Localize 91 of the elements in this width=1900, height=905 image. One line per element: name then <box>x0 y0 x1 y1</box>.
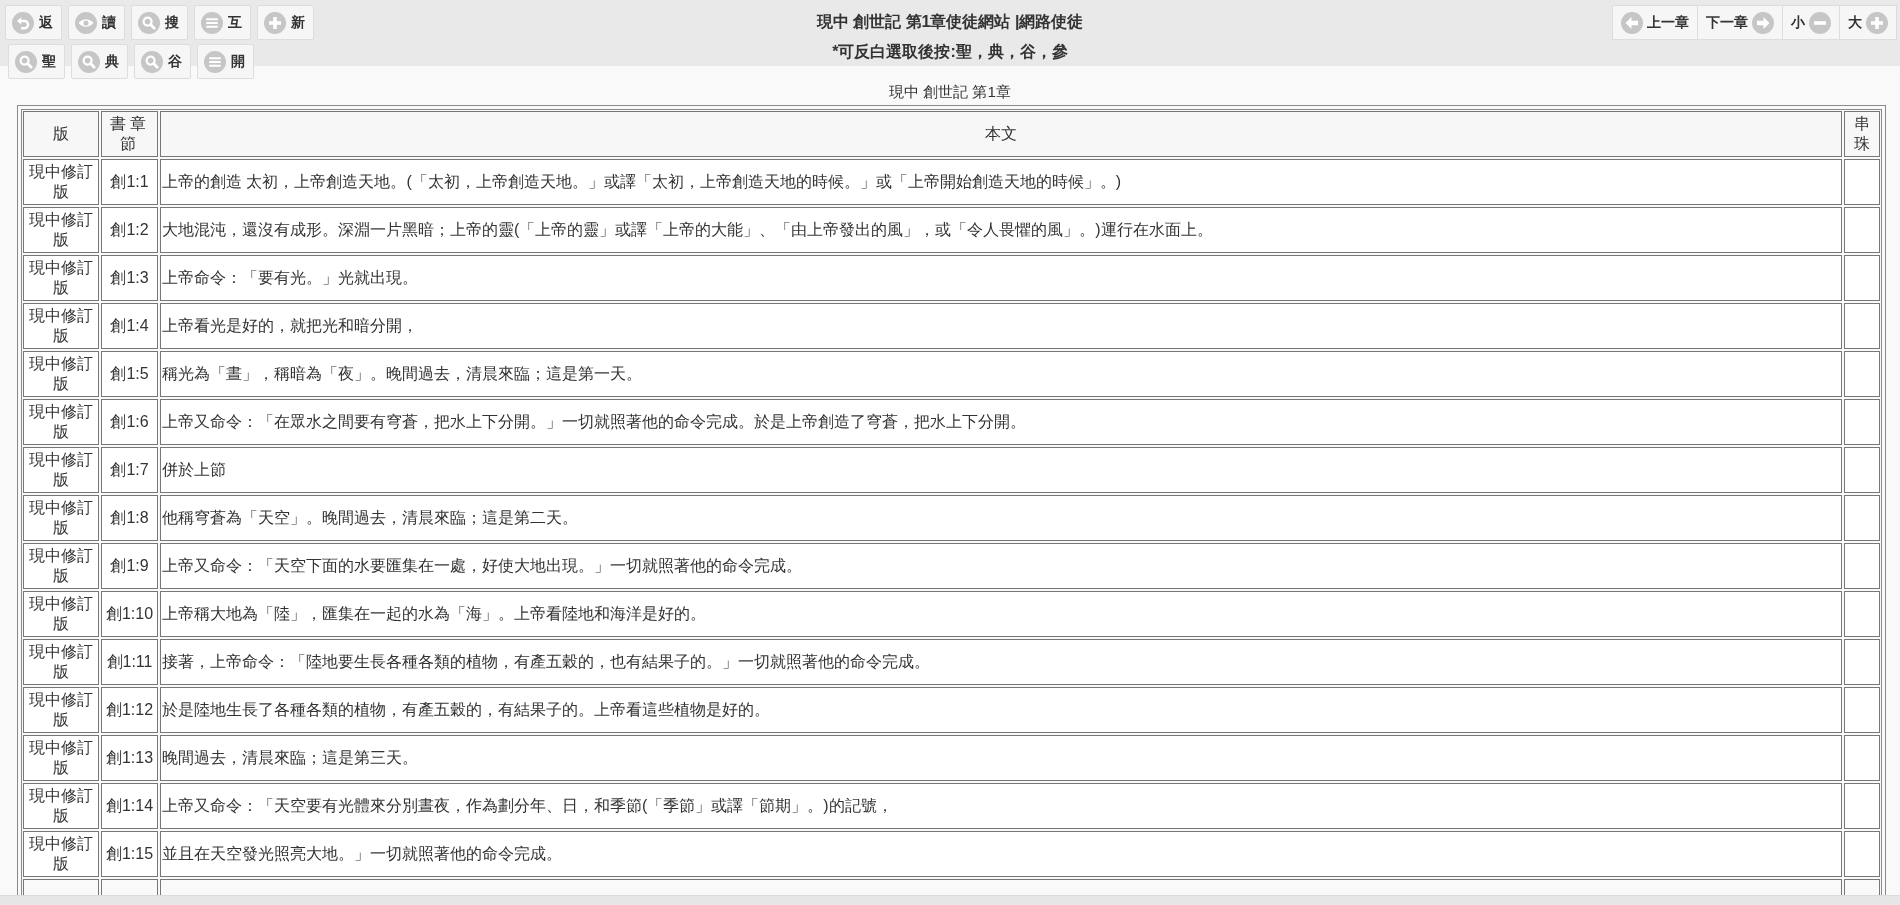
plus-icon <box>1866 11 1888 34</box>
verse-reference-cell: 創1:12 <box>101 687 158 733</box>
toolbar-button[interactable]: 互 <box>194 5 251 40</box>
toolbar-button[interactable]: 典 <box>71 44 128 79</box>
verse-text-cell: 上帝又命令：「天空要有光體來分別晝夜，作為劃分年、日，和季節(「季節」或譯「節期」。)的記號， <box>160 783 1842 829</box>
verse-text-cell: 他稱穹蒼為「天空」。晚間過去，清晨來臨；這是第二天。 <box>160 495 1842 541</box>
verse-reference-cell: 創1:9 <box>101 543 158 589</box>
verse-reference-cell: 創1:5 <box>101 351 158 397</box>
cross-reference-cell <box>1844 687 1880 733</box>
version-cell: 現中修訂版 <box>23 687 99 733</box>
verse-reference-cell: 創1:15 <box>101 831 158 877</box>
version-cell: 現中修訂版 <box>23 255 99 301</box>
verse-text-cell: 上帝又命令：「天空下面的水要匯集在一處，好使大地出現。」一切就照著他的命令完成。 <box>160 543 1842 589</box>
verse-text-cell: 上帝的創造 太初，上帝創造天地。(「太初，上帝創造天地。」或譯「太初，上帝創造天地的時候。」或「上帝開始創造天地的時候」。) <box>160 159 1842 205</box>
previous-chapter-button[interactable]: 上一章 <box>1612 5 1698 40</box>
version-cell: 現中修訂版 <box>23 735 99 781</box>
verse-text-cell: 上帝稱大地為「陸」，匯集在一起的水為「海」。上帝看陸地和海洋是好的。 <box>160 591 1842 637</box>
search-icon <box>138 11 160 34</box>
toolbar-button[interactable]: 搜 <box>131 5 188 40</box>
verse-reference-cell: 創1:7 <box>101 447 158 493</box>
toolbar-button[interactable]: 開 <box>197 44 254 79</box>
cross-reference-cell <box>1844 255 1880 301</box>
smaller-text-button[interactable]: 小 <box>1782 5 1840 40</box>
column-header: 書章節 <box>101 111 158 157</box>
minus-icon <box>1809 11 1831 34</box>
cross-reference-cell <box>1844 399 1880 445</box>
cross-reference-cell <box>1844 159 1880 205</box>
verse-text-cell: 接著，上帝命令：「陸地要生長各種各類的植物，有產五穀的，也有結果子的。」一切就照著他的命令完成。 <box>160 639 1842 685</box>
page-title: 現中 創世記 第1章使徒網站 |網路使徒 <box>816 12 1084 32</box>
verse-text-cell: 晚間過去，清晨來臨；這是第三天。 <box>160 735 1842 781</box>
verse-reference-cell: 創1:3 <box>101 255 158 301</box>
version-cell: 現中修訂版 <box>23 639 99 685</box>
search-icon <box>141 50 163 73</box>
version-cell: 現中修訂版 <box>23 207 99 253</box>
selection-hint: *可反白選取後按:聖，典，谷，參 <box>832 42 1068 62</box>
cross-reference-cell <box>1844 543 1880 589</box>
verse-text-cell: 併於上節 <box>160 447 1842 493</box>
verse-text-cell: 並且在天空發光照亮大地。」一切就照著他的命令完成。 <box>160 831 1842 877</box>
search-icon <box>15 50 37 73</box>
version-cell: 現中修訂版 <box>23 591 99 637</box>
verse-reference-cell: 創1:8 <box>101 495 158 541</box>
version-cell: 現中修訂版 <box>23 159 99 205</box>
version-cell: 現中修訂版 <box>23 543 99 589</box>
cross-reference-cell <box>1844 591 1880 637</box>
cross-reference-cell <box>1844 735 1880 781</box>
column-header: 本文 <box>160 111 1842 157</box>
version-cell: 現中修訂版 <box>23 351 99 397</box>
toolbar-button[interactable]: 聖 <box>8 44 65 79</box>
toolbar-button[interactable]: 讀 <box>68 5 125 40</box>
verse-text-cell: 上帝看光是好的，就把光和暗分開， <box>160 303 1842 349</box>
verse-text-cell: 稱光為「晝」，稱暗為「夜」。晚間過去，清晨來臨；這是第一天。 <box>160 351 1842 397</box>
verse-reference-cell: 創1:6 <box>101 399 158 445</box>
verse-reference-cell: 創1:13 <box>101 735 158 781</box>
toolbar-button[interactable]: 返 <box>5 5 62 40</box>
verse-text-cell: 上帝命令：「要有光。」光就出現。 <box>160 255 1842 301</box>
toolbar-button[interactable]: 谷 <box>134 44 191 79</box>
verse-text-cell: 於是陸地生長了各種各類的植物，有產五穀的，有結果子的。上帝看這些植物是好的。 <box>160 687 1842 733</box>
column-header: 版 <box>23 111 99 157</box>
undo-icon <box>12 11 34 34</box>
version-cell: 現中修訂版 <box>23 303 99 349</box>
version-cell: 現中修訂版 <box>23 399 99 445</box>
verse-reference-cell: 創1:2 <box>101 207 158 253</box>
larger-text-button[interactable]: 大 <box>1839 5 1897 40</box>
verse-reference-cell: 創1:14 <box>101 783 158 829</box>
verse-text-cell: 上帝又命令：「在眾水之間要有穹蒼，把水上下分開。」一切就照著他的命令完成。於是上帝創造了穹蒼，把水上下分開。 <box>160 399 1842 445</box>
cross-reference-cell <box>1844 447 1880 493</box>
version-cell: 現中修訂版 <box>23 783 99 829</box>
version-cell: 現中修訂版 <box>23 831 99 877</box>
plus-icon <box>264 11 286 34</box>
cross-reference-cell <box>1844 207 1880 253</box>
version-cell: 現中修訂版 <box>23 495 99 541</box>
chapter-caption: 現中 創世記 第1章 <box>889 82 1011 102</box>
toolbar-button[interactable]: 新 <box>257 5 314 40</box>
verse-text-cell: 大地混沌，還沒有成形。深淵一片黑暗；上帝的靈(「上帝的靈」或譯「上帝的大能」、「由上帝發出的風」，或「令人畏懼的風」。)運行在水面上。 <box>160 207 1842 253</box>
cross-reference-cell <box>1844 639 1880 685</box>
verse-reference-cell: 創1:10 <box>101 591 158 637</box>
version-cell: 現中修訂版 <box>23 447 99 493</box>
search-icon <box>78 50 100 73</box>
menu-icon <box>201 11 223 34</box>
next-chapter-button[interactable]: 下一章 <box>1697 5 1783 40</box>
verse-reference-cell: 創1:4 <box>101 303 158 349</box>
cross-reference-cell <box>1844 303 1880 349</box>
cross-reference-cell <box>1844 495 1880 541</box>
cross-reference-cell <box>1844 831 1880 877</box>
cross-reference-cell <box>1844 351 1880 397</box>
verse-reference-cell: 創1:1 <box>101 159 158 205</box>
verse-reference-cell: 創1:11 <box>101 639 158 685</box>
menu-icon <box>204 50 226 73</box>
eye-icon <box>75 11 97 34</box>
cross-reference-cell <box>1844 783 1880 829</box>
column-header: 串珠 <box>1844 111 1880 157</box>
